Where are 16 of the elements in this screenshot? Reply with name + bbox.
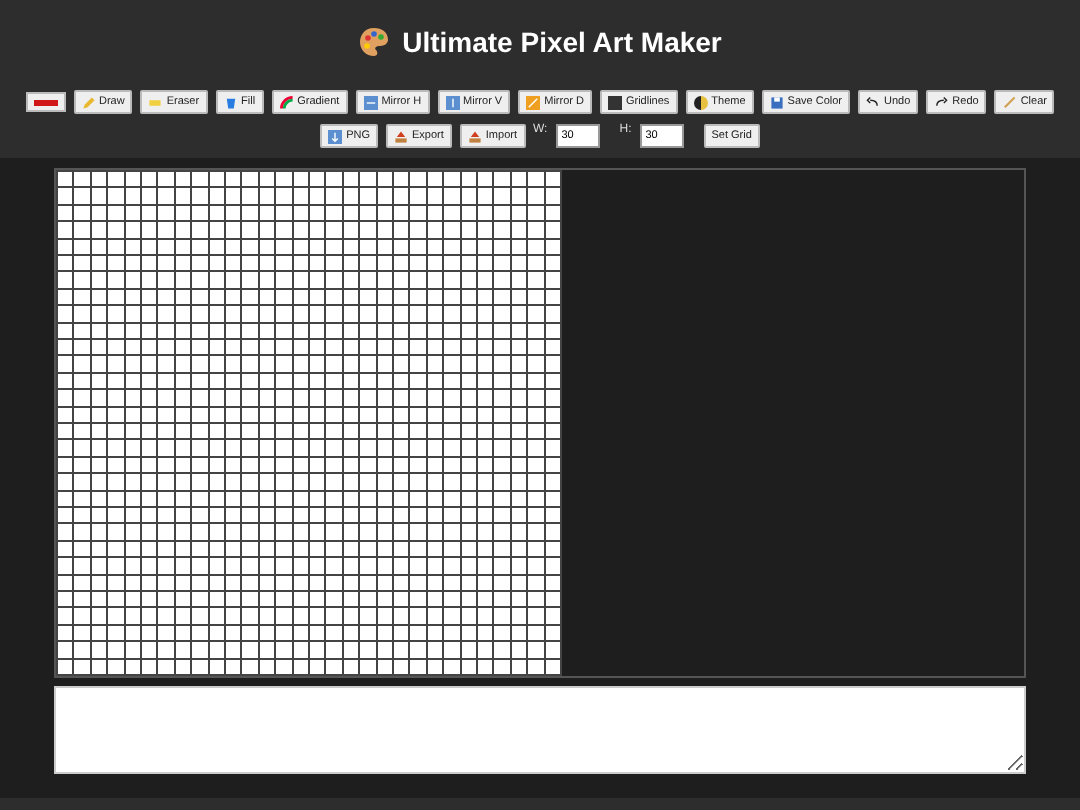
palette-icon xyxy=(358,26,391,58)
rainbow-icon xyxy=(279,95,294,109)
color-picker[interactable] xyxy=(25,92,65,112)
undo-icon xyxy=(866,95,881,109)
pixel-grid[interactable] xyxy=(56,170,562,676)
square-icon xyxy=(607,95,622,109)
redo-icon xyxy=(934,95,949,109)
tray-icon xyxy=(467,129,482,143)
app-title: Ultimate Pixel Art Maker xyxy=(402,26,722,58)
eraser-icon xyxy=(148,95,163,109)
tray-icon xyxy=(394,129,408,143)
bucket-icon xyxy=(223,95,238,109)
moon-icon xyxy=(693,95,708,109)
pencil-icon xyxy=(81,95,95,109)
floppy-icon xyxy=(769,95,784,109)
download-icon xyxy=(328,129,343,143)
